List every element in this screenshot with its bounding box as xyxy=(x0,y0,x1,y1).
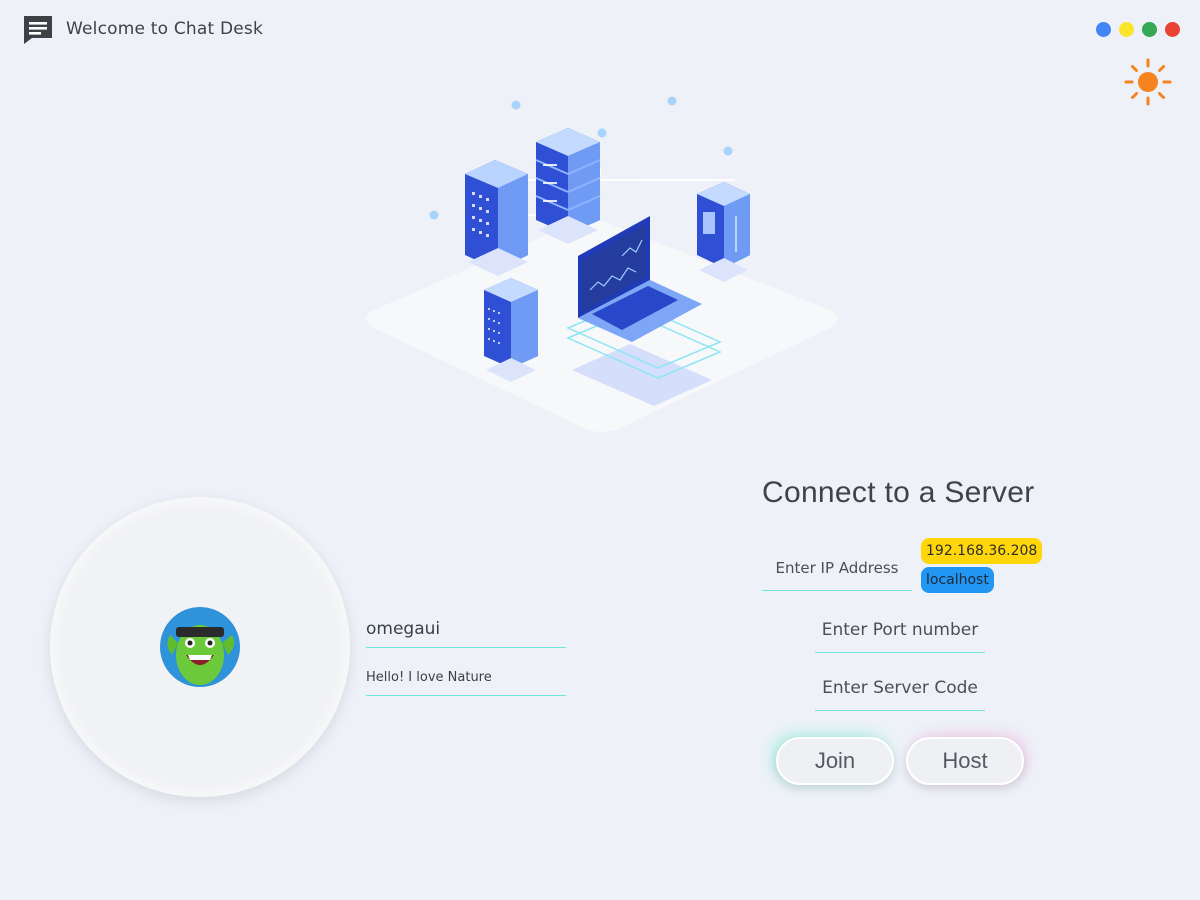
window-controls xyxy=(1096,22,1180,37)
username-field[interactable] xyxy=(366,610,566,648)
monster-avatar[interactable] xyxy=(158,605,242,689)
port-input[interactable] xyxy=(815,608,985,653)
server-rack-icon xyxy=(465,160,528,276)
blue-dot[interactable] xyxy=(1096,22,1111,37)
sun-icon[interactable] xyxy=(1124,58,1172,106)
app-title: Welcome to Chat Desk xyxy=(66,19,264,39)
yellow-dot[interactable] xyxy=(1119,22,1134,37)
server-network-illustration xyxy=(366,96,838,432)
chat-icon xyxy=(24,16,52,44)
ip-suggestion-chip[interactable]: 192.168.36.208 xyxy=(921,538,1043,564)
connect-title: Connect to a Server xyxy=(762,476,1035,509)
green-dot[interactable] xyxy=(1142,22,1157,37)
host-button[interactable]: Host xyxy=(906,737,1024,785)
red-dot[interactable] xyxy=(1165,22,1180,37)
localhost-suggestion-chip[interactable]: localhost xyxy=(921,567,994,593)
profile-avatar-circle xyxy=(50,497,350,797)
server-code-input[interactable] xyxy=(815,666,985,711)
join-button[interactable]: Join xyxy=(776,737,894,785)
status-field[interactable] xyxy=(366,660,566,696)
ip-address-input[interactable] xyxy=(762,546,912,591)
server-stack-icon xyxy=(535,128,601,244)
